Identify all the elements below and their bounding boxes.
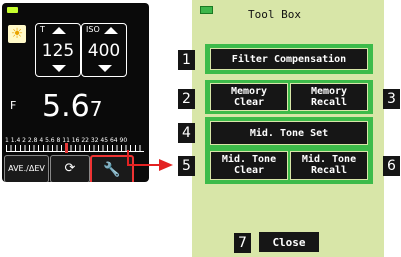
arrow-head-icon	[159, 159, 173, 171]
aperture-scale	[6, 145, 144, 152]
memory-recall-line2: Recall	[310, 97, 348, 108]
callout-7: 7	[234, 233, 251, 253]
memory-clear-line2: Clear	[233, 97, 265, 108]
callout-6: 6	[383, 156, 400, 176]
memory-recall-button[interactable]: Memory Recall	[290, 83, 368, 111]
toolbox-title: Tool Box	[248, 8, 301, 21]
chevron-up-icon[interactable]	[52, 27, 66, 34]
ave-button[interactable]: AVE./ΔEV	[4, 155, 49, 182]
wrench-icon: 🔧	[103, 162, 121, 178]
shutter-spinner[interactable]: T 125	[35, 23, 81, 77]
midtone-clear-line2: Clear	[233, 165, 265, 176]
midtone-set-button[interactable]: Mid. Tone Set	[210, 121, 368, 145]
battery-icon	[7, 7, 18, 13]
chevron-down-icon[interactable]	[98, 65, 112, 72]
battery-icon	[200, 6, 213, 14]
callout-5: 5	[178, 156, 195, 176]
midtone-clear-button[interactable]: Mid. Tone Clear	[210, 151, 288, 180]
chevron-down-icon[interactable]	[52, 65, 66, 72]
memory-clear-button[interactable]: Memory Clear	[210, 83, 288, 111]
midtone-recall-line1: Mid. Tone	[301, 154, 357, 165]
f-number-sub: 7	[89, 97, 103, 121]
callout-4: 4	[178, 123, 195, 143]
f-label: F	[10, 99, 17, 112]
filter-compensation-button[interactable]: Filter Compensation	[210, 48, 368, 70]
memory-clear-line1: Memory	[230, 86, 268, 97]
chevron-up-icon[interactable]	[104, 27, 118, 34]
memory-recall-line1: Memory	[310, 86, 348, 97]
sun-icon[interactable]: ☀	[8, 25, 26, 43]
iso-spinner[interactable]: ISO 400	[81, 23, 127, 77]
shutter-value: 125	[41, 41, 75, 61]
iso-label: ISO	[86, 25, 100, 34]
callout-1: 1	[178, 50, 195, 70]
meter-mode-icon[interactable]: ⟳	[50, 155, 90, 182]
iso-value: 400	[87, 41, 121, 61]
callout-2: 2	[178, 89, 195, 109]
close-button[interactable]: Close	[258, 231, 320, 253]
aperture-scale-marker	[65, 143, 68, 153]
midtone-recall-line2: Recall	[310, 165, 348, 176]
callout-3: 3	[383, 89, 400, 109]
f-number: 5.67	[42, 89, 102, 124]
midtone-recall-button[interactable]: Mid. Tone Recall	[290, 151, 368, 180]
midtone-clear-line1: Mid. Tone	[221, 154, 277, 165]
arrow-line-horizontal	[127, 164, 161, 166]
shutter-label: T	[40, 25, 45, 34]
f-number-main: 5.6	[42, 89, 90, 124]
